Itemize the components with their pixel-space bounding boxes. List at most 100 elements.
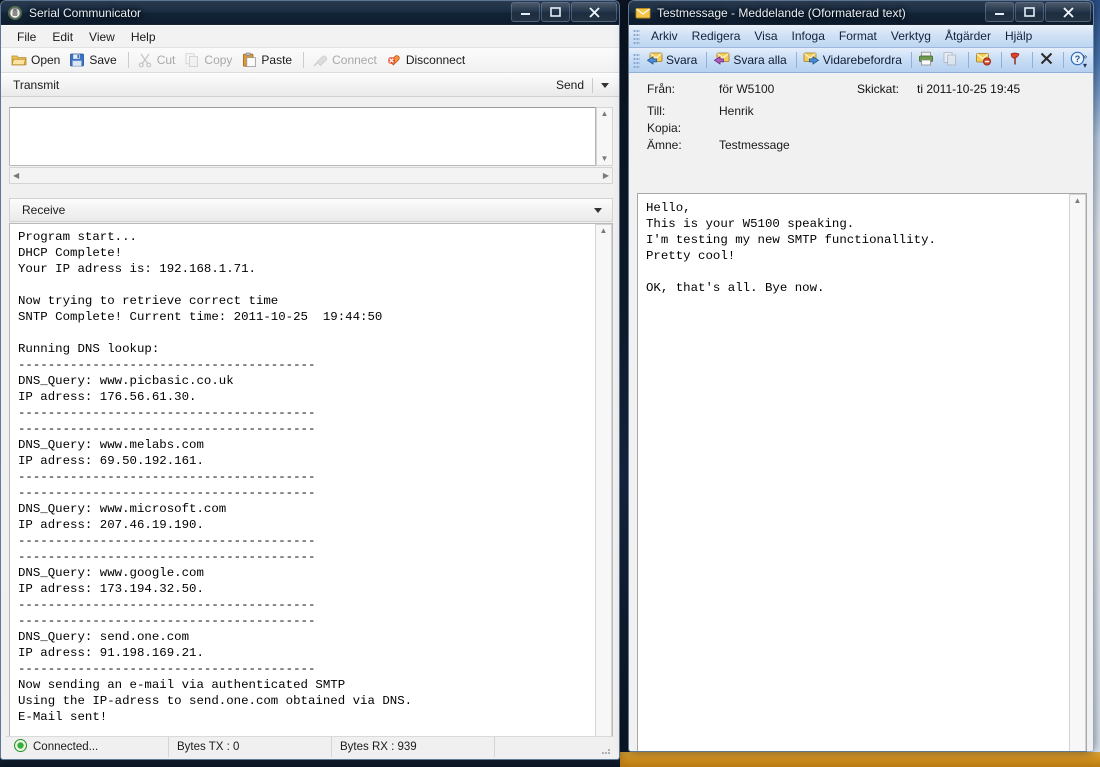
print-button[interactable] bbox=[916, 50, 940, 70]
open-button-label: Open bbox=[31, 53, 60, 67]
forward-button[interactable]: Vidarebefordra bbox=[801, 50, 907, 70]
mail-close-icon[interactable] bbox=[1045, 2, 1091, 22]
disconnect-button-label: Disconnect bbox=[406, 53, 465, 67]
receive-chevron-down-icon[interactable] bbox=[594, 208, 602, 213]
menu-item-visa[interactable]: Visa bbox=[747, 27, 784, 45]
scroll-left-icon[interactable]: ◀ bbox=[10, 170, 22, 182]
serial-toolbar[interactable]: Open Save bbox=[1, 48, 619, 73]
mail-to-value[interactable]: Henrik bbox=[719, 104, 754, 118]
transmit-label: Transmit bbox=[13, 78, 59, 92]
forward-button-label: Vidarebefordra bbox=[823, 53, 902, 67]
mail-to-label: Till: bbox=[647, 104, 719, 118]
mail-toolbar-separator-1 bbox=[706, 52, 707, 68]
toolbar-overflow-arrows: » bbox=[1083, 52, 1087, 61]
serial-window-title: Serial Communicator bbox=[29, 6, 141, 20]
connect-button[interactable]: Connect bbox=[309, 51, 383, 69]
copy-button[interactable]: Copy bbox=[181, 51, 238, 69]
copy-button-label: Copy bbox=[204, 53, 232, 67]
mail-body-text: Hello, This is your W5100 speaking. I'm … bbox=[638, 194, 1069, 752]
mail-scroll-up-icon[interactable]: ▲ bbox=[1071, 195, 1085, 207]
transmit-input[interactable] bbox=[9, 107, 596, 166]
menu-item-file[interactable]: File bbox=[9, 28, 44, 46]
mail-body-box[interactable]: Hello, This is your W5100 speaking. I'm … bbox=[637, 193, 1087, 752]
mail-toolbar[interactable]: Svara Svara alla bbox=[629, 48, 1093, 73]
envelope-icon bbox=[635, 5, 651, 21]
mail-titlebar[interactable]: Testmessage - Meddelande (Oformaterad te… bbox=[629, 1, 1093, 25]
cut-button[interactable]: Cut bbox=[134, 51, 182, 69]
block-sender-button[interactable] bbox=[973, 50, 997, 70]
menubar-grip-icon[interactable] bbox=[633, 29, 640, 44]
toolbar-separator-1 bbox=[128, 52, 129, 68]
transmit-area[interactable]: ▲ ▼ ◀ ▶ bbox=[9, 107, 613, 187]
mail-message-window[interactable]: Testmessage - Meddelande (Oformaterad te… bbox=[628, 0, 1094, 752]
mail-maximize-icon[interactable] bbox=[1015, 2, 1044, 22]
scroll-down-icon[interactable]: ▼ bbox=[598, 153, 612, 165]
menu-item-edit[interactable]: Edit bbox=[44, 28, 81, 46]
mail-header-subject-row: Ämne: Testmessage bbox=[647, 138, 1093, 155]
mail-caption-buttons[interactable] bbox=[984, 2, 1091, 22]
menu-item-arkiv[interactable]: Arkiv bbox=[644, 27, 685, 45]
save-button[interactable]: Save bbox=[66, 51, 122, 69]
reply-all-button-label: Svara alla bbox=[733, 53, 786, 67]
chevron-down-icon[interactable] bbox=[601, 83, 609, 88]
receive-label: Receive bbox=[22, 203, 65, 217]
receive-scroll-up-icon[interactable]: ▲ bbox=[597, 225, 611, 237]
toolbar-overflow-icon[interactable]: » ▾ bbox=[1079, 50, 1091, 71]
menu-item-infoga[interactable]: Infoga bbox=[785, 27, 832, 45]
open-button[interactable]: Open bbox=[8, 51, 66, 69]
connected-green-icon bbox=[14, 739, 27, 755]
transmit-panel-header: Transmit Send bbox=[1, 73, 619, 97]
forward-icon bbox=[803, 51, 820, 69]
status-connection-text: Connected... bbox=[33, 741, 98, 753]
scroll-right-icon[interactable]: ▶ bbox=[600, 170, 612, 182]
menu-item-atgarder[interactable]: Åtgärder bbox=[938, 27, 998, 45]
mail-minimize-icon[interactable] bbox=[985, 2, 1014, 22]
mail-toolbar-separator-6 bbox=[1032, 52, 1033, 68]
reply-all-button[interactable]: Svara alla bbox=[711, 50, 791, 70]
copy-icon bbox=[942, 51, 959, 69]
menu-item-verktyg[interactable]: Verktyg bbox=[884, 27, 938, 45]
reply-button[interactable]: Svara bbox=[644, 50, 702, 70]
send-button[interactable]: Send bbox=[556, 78, 584, 92]
serial-titlebar[interactable]: Serial Communicator bbox=[1, 1, 619, 25]
menu-item-help[interactable]: Help bbox=[123, 28, 164, 46]
copy-to-folder-button[interactable] bbox=[940, 50, 964, 70]
mail-from-value[interactable]: för W5100 bbox=[719, 82, 774, 96]
receive-area[interactable]: Program start... DHCP Complete! Your IP … bbox=[9, 223, 613, 753]
menu-item-view[interactable]: View bbox=[81, 28, 123, 46]
serial-caption-buttons[interactable] bbox=[510, 2, 617, 22]
desktop-taskbar-strip[interactable] bbox=[620, 752, 1100, 767]
receive-vertical-scrollbar[interactable]: ▲ ▼ bbox=[595, 224, 612, 752]
menu-item-format[interactable]: Format bbox=[832, 27, 884, 45]
close-icon[interactable] bbox=[571, 2, 617, 22]
mail-body-vertical-scrollbar[interactable]: ▲ ▼ bbox=[1069, 194, 1086, 752]
transmit-vertical-scrollbar[interactable]: ▲ ▼ bbox=[596, 107, 613, 166]
transmit-horizontal-scrollbar[interactable]: ◀ ▶ bbox=[9, 167, 613, 184]
serial-menubar[interactable]: File Edit View Help bbox=[1, 26, 619, 48]
paste-button[interactable]: Paste bbox=[238, 51, 298, 69]
reply-all-icon bbox=[713, 51, 730, 69]
mail-header-cc-row: Kopia: bbox=[647, 121, 1093, 138]
scroll-up-icon[interactable]: ▲ bbox=[598, 108, 612, 120]
mail-window-body: Arkiv Redigera Visa Infoga Format Verkty… bbox=[629, 25, 1093, 752]
clipboard-icon bbox=[241, 52, 257, 68]
flag-button[interactable] bbox=[1006, 50, 1028, 70]
minimize-icon[interactable] bbox=[511, 2, 540, 22]
menu-item-redigera[interactable]: Redigera bbox=[685, 27, 748, 45]
toolbar-grip-icon[interactable] bbox=[633, 53, 640, 68]
paste-button-label: Paste bbox=[261, 53, 292, 67]
copy-icon bbox=[184, 52, 200, 68]
delete-button[interactable] bbox=[1037, 50, 1059, 70]
mail-toolbar-separator-3 bbox=[911, 52, 912, 68]
serial-communicator-window[interactable]: Serial Communicator File Edit View Help bbox=[0, 0, 620, 760]
mail-toolbar-separator-7 bbox=[1063, 52, 1064, 68]
mail-menubar[interactable]: Arkiv Redigera Visa Infoga Format Verkty… bbox=[629, 25, 1093, 48]
maximize-icon[interactable] bbox=[541, 2, 570, 22]
send-separator bbox=[592, 78, 593, 93]
plug-connect-icon bbox=[312, 52, 328, 68]
plug-disconnect-icon bbox=[386, 52, 402, 68]
resize-grip-icon[interactable] bbox=[600, 744, 612, 756]
menu-item-hjalp[interactable]: Hjälp bbox=[998, 27, 1039, 45]
mail-scroll-down-icon[interactable]: ▼ bbox=[1071, 751, 1085, 752]
disconnect-button[interactable]: Disconnect bbox=[383, 51, 471, 69]
